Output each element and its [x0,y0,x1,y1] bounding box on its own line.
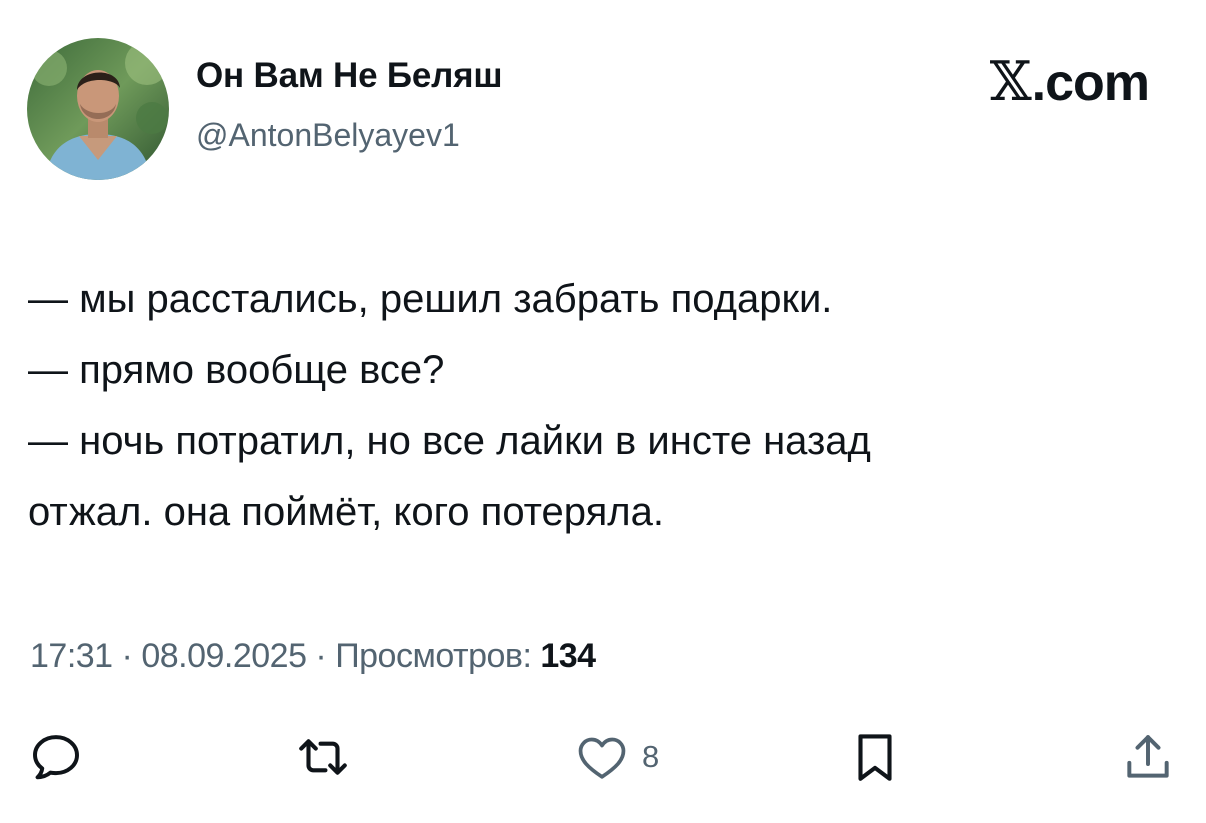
tweet-time[interactable]: 17:31 [30,637,113,675]
reply-button[interactable] [28,728,84,786]
author-handle[interactable]: @AntonBelyayev1 [196,116,460,154]
retweet-button[interactable] [294,728,352,786]
retweet-icon [299,739,347,775]
meta-separator: · [112,637,142,675]
reply-icon [33,735,79,780]
heart-icon [578,737,626,779]
x-com-logo: 𝕏.com [989,50,1150,113]
x-logo-icon: 𝕏 [989,50,1032,113]
tweet-text: — мы расстались, решил забрать подарки. … [28,264,1188,548]
meta-separator: · [306,637,336,675]
avatar[interactable] [27,38,169,180]
tweet-line: — ночь потратил, но все лайки в инсте на… [28,419,871,463]
share-icon [1127,735,1169,778]
brand-suffix: .com [1031,54,1150,112]
bookmark-icon [858,734,892,781]
tweet-line: отжал. она поймёт, кого потеряла. [28,490,664,534]
tweet-line: — мы расстались, решил забрать подарки. [28,277,833,321]
views-count: 134 [540,637,596,675]
share-button[interactable] [1120,728,1176,786]
tweet-date[interactable]: 08.09.2025 [141,637,307,675]
views-label: Просмотров: [335,637,532,675]
tweet-meta: 17:31 · 08.09.2025 · Просмотров: 134 [30,634,596,678]
author-display-name[interactable]: Он Вам Не Беляш [196,56,503,96]
like-count: 8 [642,739,660,774]
like-button[interactable]: 8 [574,728,659,786]
bookmark-button[interactable] [846,728,904,786]
tweet-line: — прямо вообще все? [28,348,445,392]
profile-photo [27,38,169,180]
